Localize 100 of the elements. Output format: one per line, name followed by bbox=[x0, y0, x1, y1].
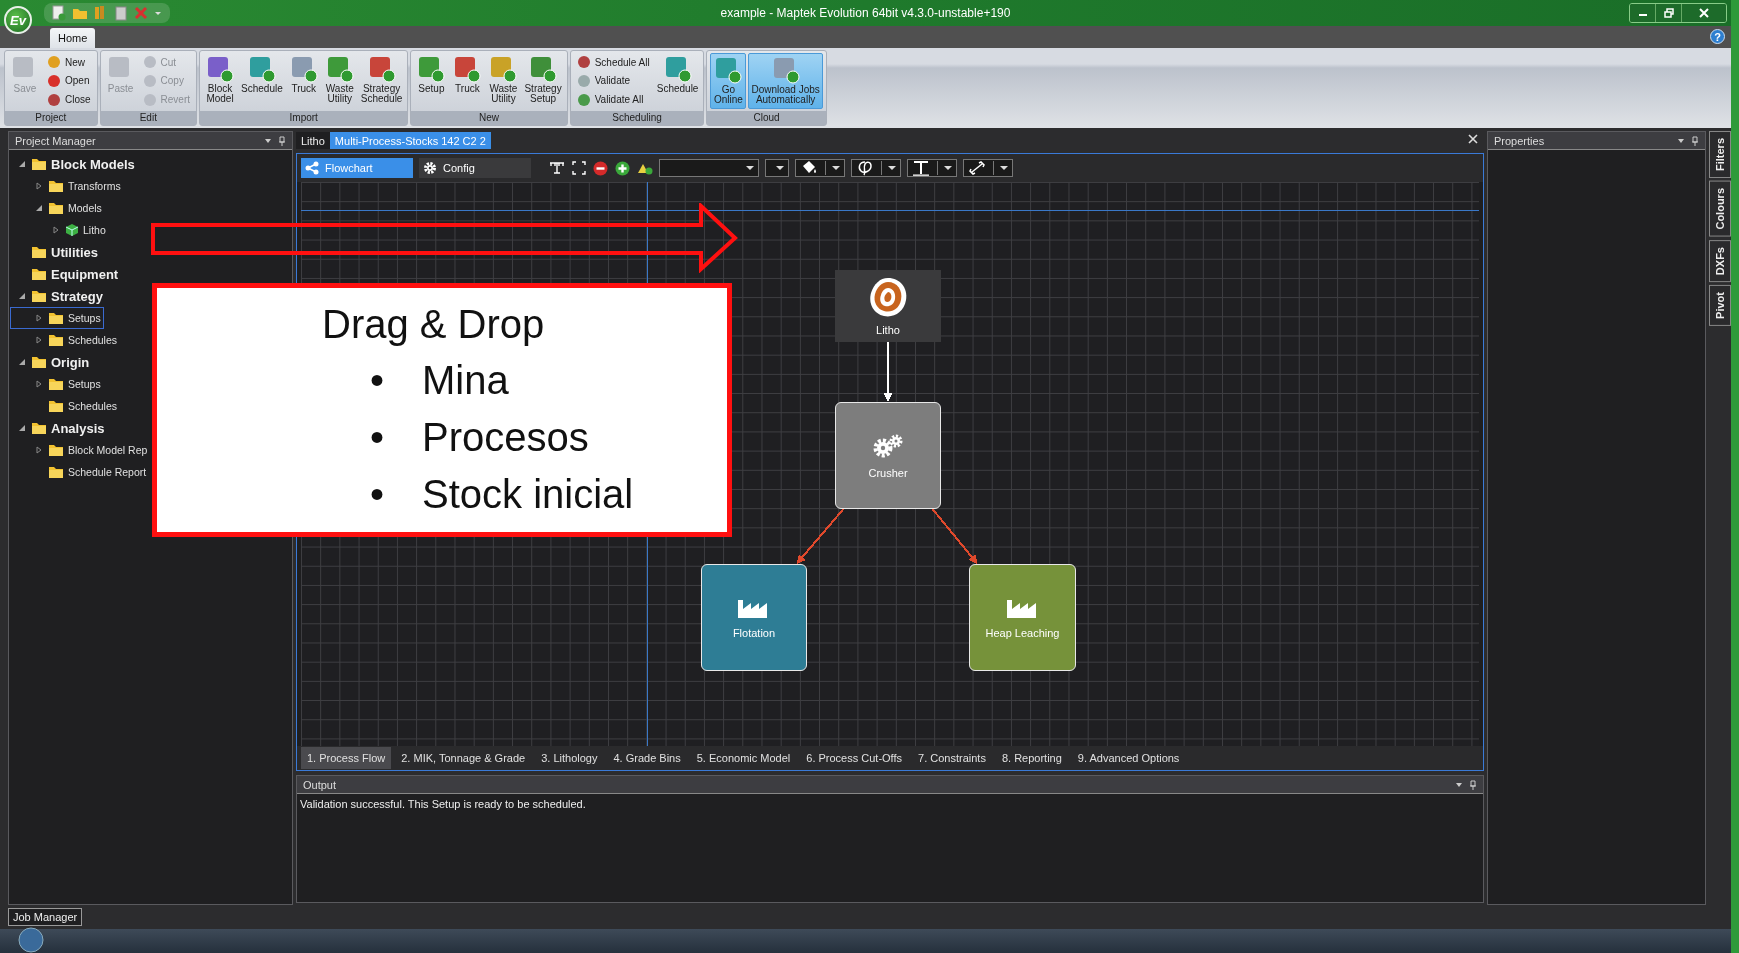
step-tab[interactable]: 7. Constraints bbox=[912, 747, 992, 769]
tree-item[interactable]: Schedule Report bbox=[10, 461, 150, 483]
tree-item[interactable]: Analysis bbox=[10, 417, 108, 439]
document-tab[interactable]: Litho bbox=[296, 132, 330, 149]
ribbon-button[interactable]: Open bbox=[44, 74, 94, 88]
dropdown-field[interactable] bbox=[659, 159, 759, 177]
group-label: Edit bbox=[100, 111, 197, 125]
pin-icon[interactable] bbox=[278, 135, 286, 146]
dropdown-field[interactable] bbox=[765, 159, 789, 177]
tree-item[interactable]: Litho bbox=[10, 219, 109, 241]
ribbon-button[interactable]: Validate All bbox=[573, 92, 653, 107]
job-manager-tab[interactable]: Job Manager bbox=[8, 908, 83, 926]
tree-item[interactable]: Equipment bbox=[10, 263, 122, 285]
expanded-icon[interactable] bbox=[18, 292, 26, 300]
dropdown-icon[interactable] bbox=[264, 136, 272, 145]
expanded-icon[interactable] bbox=[35, 204, 43, 212]
ribbon-button[interactable]: Schedule bbox=[239, 53, 285, 109]
tree-item[interactable]: Setups bbox=[10, 373, 104, 395]
flowchart-node[interactable]: Flotation bbox=[701, 564, 807, 671]
minimize-button[interactable] bbox=[1630, 4, 1656, 22]
tree-item[interactable]: Strategy bbox=[10, 285, 107, 307]
flowchart-node[interactable]: Litho bbox=[835, 270, 941, 342]
ribbon-button[interactable]: Schedule bbox=[654, 53, 701, 109]
fit-frame-icon[interactable] bbox=[572, 161, 586, 175]
ribbon-button[interactable]: New bbox=[44, 55, 94, 70]
ribbon-button[interactable]: Strategy Schedule bbox=[358, 53, 405, 109]
step-tab[interactable]: 6. Process Cut-Offs bbox=[800, 747, 909, 769]
ribbon-button[interactable]: Truck bbox=[450, 53, 485, 109]
ribbon-button[interactable]: Strategy Setup bbox=[522, 53, 564, 109]
group-label: Scheduling bbox=[570, 111, 704, 125]
text-style-dropdown[interactable] bbox=[907, 159, 957, 177]
tree-item[interactable]: Models bbox=[10, 197, 105, 219]
lasso-dropdown[interactable] bbox=[851, 159, 901, 177]
flowchart-node[interactable]: Heap Leaching bbox=[969, 564, 1076, 671]
side-tab[interactable]: DXFs bbox=[1709, 239, 1731, 282]
ribbon-button[interactable]: Setup bbox=[414, 53, 449, 109]
step-tab[interactable]: 5. Economic Model bbox=[690, 747, 797, 769]
step-tab[interactable]: 8. Reporting bbox=[995, 747, 1068, 769]
add-icon[interactable] bbox=[615, 160, 630, 176]
folder-icon bbox=[48, 179, 64, 193]
ribbon-tab[interactable]: Home bbox=[50, 28, 96, 48]
ribbon-button[interactable]: Block Model bbox=[203, 53, 238, 109]
collapsed-icon[interactable] bbox=[35, 446, 43, 454]
expanded-icon[interactable] bbox=[18, 358, 26, 366]
tree-item[interactable]: Block Models bbox=[10, 153, 138, 175]
side-tab[interactable]: Filters bbox=[1709, 131, 1731, 178]
link-dropdown[interactable] bbox=[963, 159, 1013, 177]
new-file-icon[interactable] bbox=[52, 5, 66, 21]
tree-item[interactable]: Schedules bbox=[10, 329, 121, 351]
collapsed-icon[interactable] bbox=[52, 226, 60, 234]
dot-icon bbox=[47, 74, 61, 88]
caret-icon[interactable] bbox=[154, 9, 162, 17]
view-tab[interactable]: Config bbox=[419, 158, 531, 178]
collapsed-icon[interactable] bbox=[35, 380, 43, 388]
close-button[interactable] bbox=[1682, 4, 1726, 22]
ribbon-button[interactable]: Go Online bbox=[710, 53, 747, 109]
pin-icon[interactable] bbox=[1469, 779, 1477, 790]
collapsed-icon[interactable] bbox=[35, 182, 43, 190]
dot-icon bbox=[142, 55, 157, 70]
ribbon-button[interactable]: Waste Utility bbox=[486, 53, 521, 109]
tree-item[interactable]: Origin bbox=[10, 351, 93, 373]
tile-icon bbox=[528, 54, 559, 84]
step-tab[interactable]: 2. MIK, Tonnage & Grade bbox=[395, 747, 532, 769]
step-tab[interactable]: 3. Lithology bbox=[535, 747, 604, 769]
step-tab[interactable]: 1. Process Flow bbox=[301, 747, 392, 769]
tree-item[interactable]: Block Model Rep bbox=[10, 439, 151, 461]
caret-icon bbox=[888, 165, 896, 171]
bullet-text: Mina bbox=[422, 357, 509, 404]
ribbon-button[interactable]: Schedule All bbox=[573, 55, 653, 70]
tree-item[interactable]: Utilities bbox=[10, 241, 101, 263]
folder-icon bbox=[48, 465, 64, 479]
help-button[interactable]: ? bbox=[1710, 29, 1725, 44]
ribbon-button[interactable]: Validate bbox=[573, 74, 653, 88]
fill-color-dropdown[interactable] bbox=[795, 159, 845, 177]
dropdown-icon[interactable] bbox=[1455, 780, 1463, 789]
tree-item[interactable]: Schedules bbox=[10, 395, 121, 417]
side-tab[interactable]: Pivot bbox=[1709, 284, 1731, 326]
expanded-icon[interactable] bbox=[18, 424, 26, 432]
ribbon-button[interactable]: Download Jobs Automatically bbox=[748, 53, 823, 109]
ribbon-button[interactable]: Truck bbox=[286, 53, 321, 109]
clipboard-icon[interactable] bbox=[114, 5, 128, 21]
tree-item[interactable]: Setups bbox=[10, 307, 104, 329]
restore-button[interactable] bbox=[1656, 4, 1682, 22]
close-icon bbox=[1699, 8, 1709, 18]
collapsed-icon[interactable] bbox=[35, 314, 43, 322]
dropdown-icon[interactable] bbox=[1677, 136, 1685, 145]
ribbon-button[interactable]: Waste Utility bbox=[322, 53, 357, 109]
hierarchy-icon[interactable] bbox=[549, 161, 565, 175]
side-tab[interactable]: Colours bbox=[1709, 181, 1731, 237]
flowchart-node[interactable]: Crusher bbox=[835, 402, 941, 509]
ribbon-button[interactable]: Close bbox=[44, 92, 94, 107]
folder-icon bbox=[31, 421, 47, 435]
expanded-icon[interactable] bbox=[18, 160, 26, 168]
remove-icon[interactable] bbox=[593, 160, 608, 176]
pin-icon[interactable] bbox=[1691, 135, 1699, 146]
step-tab[interactable]: 4. Grade Bins bbox=[607, 747, 687, 769]
step-tab[interactable]: 9. Advanced Options bbox=[1071, 747, 1186, 769]
collapsed-icon[interactable] bbox=[35, 336, 43, 344]
tree-item[interactable]: Transforms bbox=[10, 175, 124, 197]
start-button[interactable] bbox=[18, 927, 44, 953]
